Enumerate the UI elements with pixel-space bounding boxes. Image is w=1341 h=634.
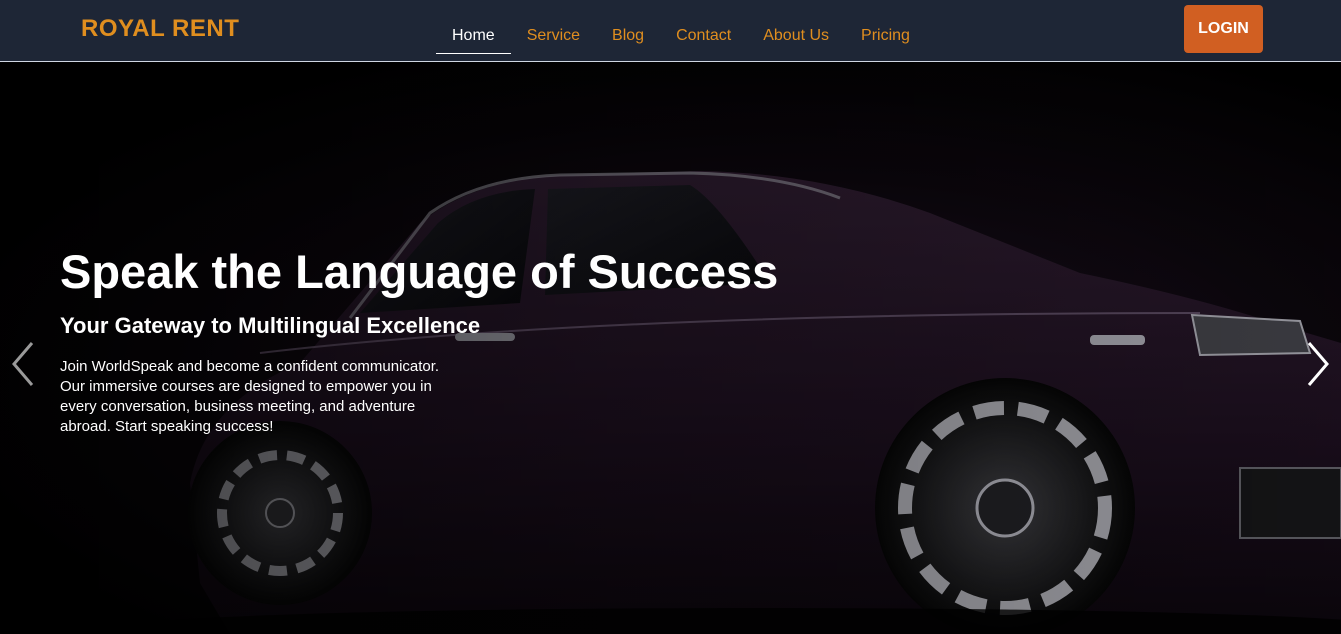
hero-carousel: Speak the Language of Success Your Gatew… — [0, 63, 1341, 634]
chevron-left-icon — [12, 342, 34, 386]
nav-link-blog[interactable]: Blog — [596, 8, 660, 54]
nav-link-contact[interactable]: Contact — [660, 8, 747, 54]
nav-link-service[interactable]: Service — [511, 8, 596, 54]
nav-link-pricing[interactable]: Pricing — [845, 8, 926, 54]
nav-link-home[interactable]: Home — [436, 8, 511, 54]
main-nav: Home Service Blog Contact About Us Prici… — [436, 0, 926, 62]
hero-subtitle: Your Gateway to Multilingual Excellence — [60, 313, 481, 338]
carousel-next-button[interactable] — [1301, 339, 1335, 389]
carousel-prev-button[interactable] — [6, 339, 40, 389]
login-button[interactable]: LOGIN — [1184, 5, 1263, 53]
hero-title: Speak the Language of Success — [60, 245, 779, 298]
brand-logo[interactable]: ROYAL RENT — [81, 15, 239, 43]
navbar: ROYAL RENT Home Service Blog Contact Abo… — [0, 0, 1341, 62]
hero-description: Join WorldSpeak and become a confident c… — [60, 358, 440, 435]
nav-link-about-us[interactable]: About Us — [747, 8, 845, 54]
chevron-right-icon — [1307, 342, 1329, 386]
hero-content: Speak the Language of Success Your Gatew… — [60, 245, 860, 437]
